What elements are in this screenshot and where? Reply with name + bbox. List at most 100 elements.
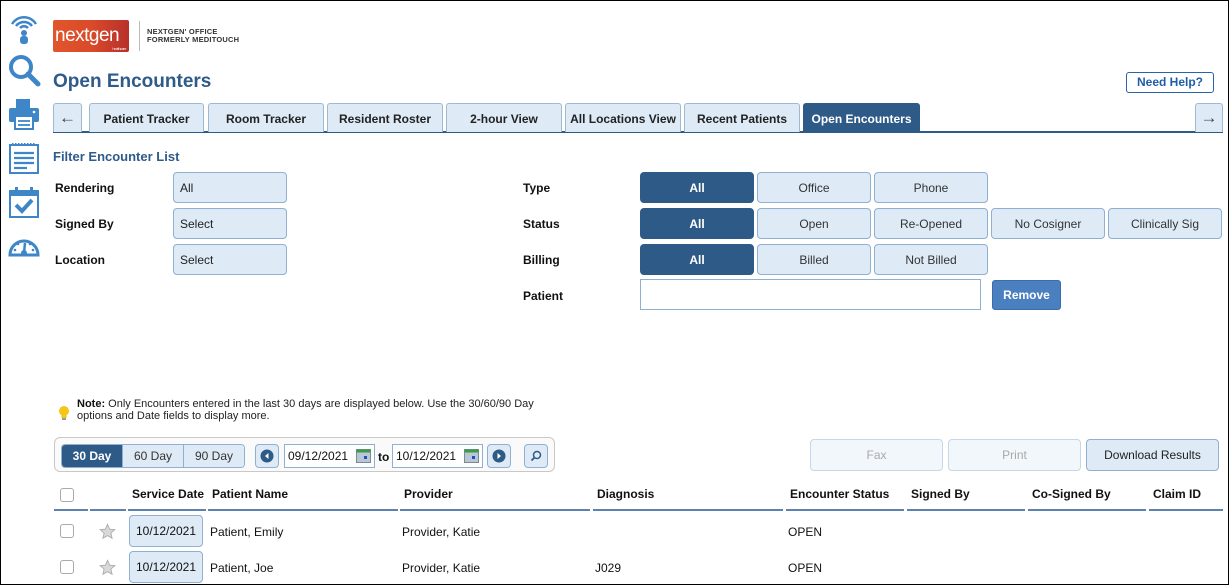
search-range-button[interactable]: [524, 444, 548, 468]
favorite-star-icon[interactable]: [99, 559, 116, 576]
status-label: Status: [523, 217, 560, 231]
printer-icon[interactable]: [7, 97, 41, 131]
tab-patient-tracker[interactable]: Patient Tracker: [89, 103, 204, 132]
patient-input[interactable]: [640, 279, 981, 310]
fax-button[interactable]: Fax: [810, 439, 943, 471]
header-label: Service Date: [132, 487, 205, 501]
signed-by-select[interactable]: Select: [173, 208, 287, 239]
next-range-button[interactable]: [487, 444, 511, 468]
status-open-button[interactable]: Open: [757, 208, 871, 239]
calendar-icon[interactable]: [356, 449, 371, 463]
encounter-status-cell: OPEN: [788, 561, 823, 575]
signed-by-label: Signed By: [55, 217, 114, 231]
header-diagnosis[interactable]: Diagnosis: [593, 483, 783, 511]
tab-open-encounters[interactable]: Open Encounters: [803, 103, 920, 132]
patient-label: Patient: [523, 289, 564, 303]
row-checkbox[interactable]: [60, 524, 74, 538]
type-all-button[interactable]: All: [640, 172, 754, 203]
chevron-right-circle-icon: [492, 449, 506, 463]
note-text: Note: Only Encounters entered in the las…: [77, 398, 557, 422]
status-clinically-sig-button[interactable]: Clinically Sig: [1108, 208, 1222, 239]
day-range-group: 30 Day 60 Day 90 Day: [61, 444, 245, 468]
prev-range-button[interactable]: [255, 444, 279, 468]
from-date-input[interactable]: 09/12/2021: [284, 444, 375, 468]
select-all-checkbox[interactable]: [60, 488, 74, 502]
type-phone-button[interactable]: Phone: [874, 172, 988, 203]
header-label: Provider: [404, 487, 453, 501]
tab-next-arrow[interactable]: →: [1195, 103, 1223, 132]
logo-brand-accent: gen: [88, 25, 120, 46]
billing-billed-button[interactable]: Billed: [757, 244, 871, 275]
tab-prev-arrow[interactable]: ←: [53, 103, 82, 132]
header-provider[interactable]: Provider: [400, 483, 590, 511]
logo-mark: next gen healthcare: [53, 20, 129, 52]
header-label: Encounter Status: [790, 487, 890, 501]
tab-2-hour-view[interactable]: 2-hour View: [446, 103, 562, 132]
tab-all-locations-view[interactable]: All Locations View: [565, 103, 681, 132]
logo-brand-sub: healthcare: [112, 46, 126, 51]
rendering-select[interactable]: All: [173, 172, 287, 203]
header-label: Diagnosis: [597, 487, 655, 501]
header-encounter-status[interactable]: Encounter Status: [786, 483, 904, 511]
print-button[interactable]: Print: [948, 439, 1081, 471]
remove-button[interactable]: Remove: [992, 280, 1061, 310]
magnifier-icon: [530, 450, 542, 462]
header-label: Co-Signed By: [1032, 487, 1111, 501]
to-date-value: 10/12/2021: [396, 449, 457, 463]
provider-cell: Provider, Katie: [402, 525, 481, 539]
table-row[interactable]: 10/12/2021 Patient, Emily Provider, Kati…: [54, 515, 1223, 551]
tab-bar: ← Patient Tracker Room Tracker Resident …: [53, 103, 1223, 133]
tab-resident-roster[interactable]: Resident Roster: [327, 103, 443, 132]
header-service-date[interactable]: Service Date: [128, 483, 206, 511]
rendering-label: Rendering: [55, 181, 115, 195]
location-select[interactable]: Select: [173, 244, 287, 275]
header-favorite-cell: [90, 483, 126, 511]
billing-not-billed-button[interactable]: Not Billed: [874, 244, 988, 275]
tab-recent-patients[interactable]: Recent Patients: [684, 103, 800, 132]
logo-brand: next: [55, 25, 89, 46]
service-date-button[interactable]: 10/12/2021: [129, 551, 203, 583]
notepad-icon[interactable]: [7, 141, 41, 175]
calendar-icon[interactable]: [464, 449, 479, 463]
search-icon[interactable]: [7, 53, 41, 87]
lightbulb-icon: [59, 406, 69, 420]
download-results-button[interactable]: Download Results: [1086, 439, 1219, 471]
status-no-cosigner-button[interactable]: No Cosigner: [991, 208, 1105, 239]
filter-title: Filter Encounter List: [53, 149, 180, 164]
status-reopened-button[interactable]: Re-Opened: [874, 208, 988, 239]
logo-divider: [139, 21, 140, 51]
service-date-button[interactable]: 10/12/2021: [129, 515, 203, 547]
tab-room-tracker[interactable]: Room Tracker: [208, 103, 324, 132]
broadcast-user-icon[interactable]: [7, 11, 41, 45]
patient-name-cell: Patient, Joe: [210, 561, 274, 575]
diagnosis-cell: J029: [595, 561, 622, 575]
patient-name-cell: Patient, Emily: [210, 525, 284, 539]
header-label: Claim ID: [1153, 487, 1202, 501]
encounter-status-cell: OPEN: [788, 525, 823, 539]
90-day-button[interactable]: 90 Day: [184, 445, 244, 467]
favorite-star-icon[interactable]: [99, 523, 116, 540]
provider-cell: Provider, Katie: [402, 561, 481, 575]
row-checkbox[interactable]: [60, 560, 74, 574]
need-help-button[interactable]: Need Help?: [1126, 72, 1214, 93]
dashboard-gauge-icon[interactable]: [7, 229, 41, 263]
type-label: Type: [523, 181, 551, 195]
calendar-check-icon[interactable]: [7, 185, 41, 219]
note-body: Only Encounters entered in the last 30 d…: [77, 398, 534, 422]
header-claim-id[interactable]: Claim ID: [1149, 483, 1223, 511]
from-date-value: 09/12/2021: [288, 449, 349, 463]
status-all-button[interactable]: All: [640, 208, 754, 239]
type-office-button[interactable]: Office: [757, 172, 871, 203]
billing-label: Billing: [523, 253, 560, 267]
page-title: Open Encounters: [53, 71, 212, 92]
note-label: Note:: [77, 398, 106, 410]
header-co-signed-by[interactable]: Co-Signed By: [1028, 483, 1146, 511]
billing-all-button[interactable]: All: [640, 244, 754, 275]
to-date-input[interactable]: 10/12/2021: [392, 444, 483, 468]
header-signed-by[interactable]: Signed By: [907, 483, 1025, 511]
header-patient-name[interactable]: Patient Name: [208, 483, 398, 511]
60-day-button[interactable]: 60 Day: [123, 445, 184, 467]
table-row[interactable]: 10/12/2021 Patient, Joe Provider, Katie …: [54, 551, 1223, 587]
30-day-button[interactable]: 30 Day: [62, 445, 123, 467]
header-select-cell: [54, 483, 88, 511]
